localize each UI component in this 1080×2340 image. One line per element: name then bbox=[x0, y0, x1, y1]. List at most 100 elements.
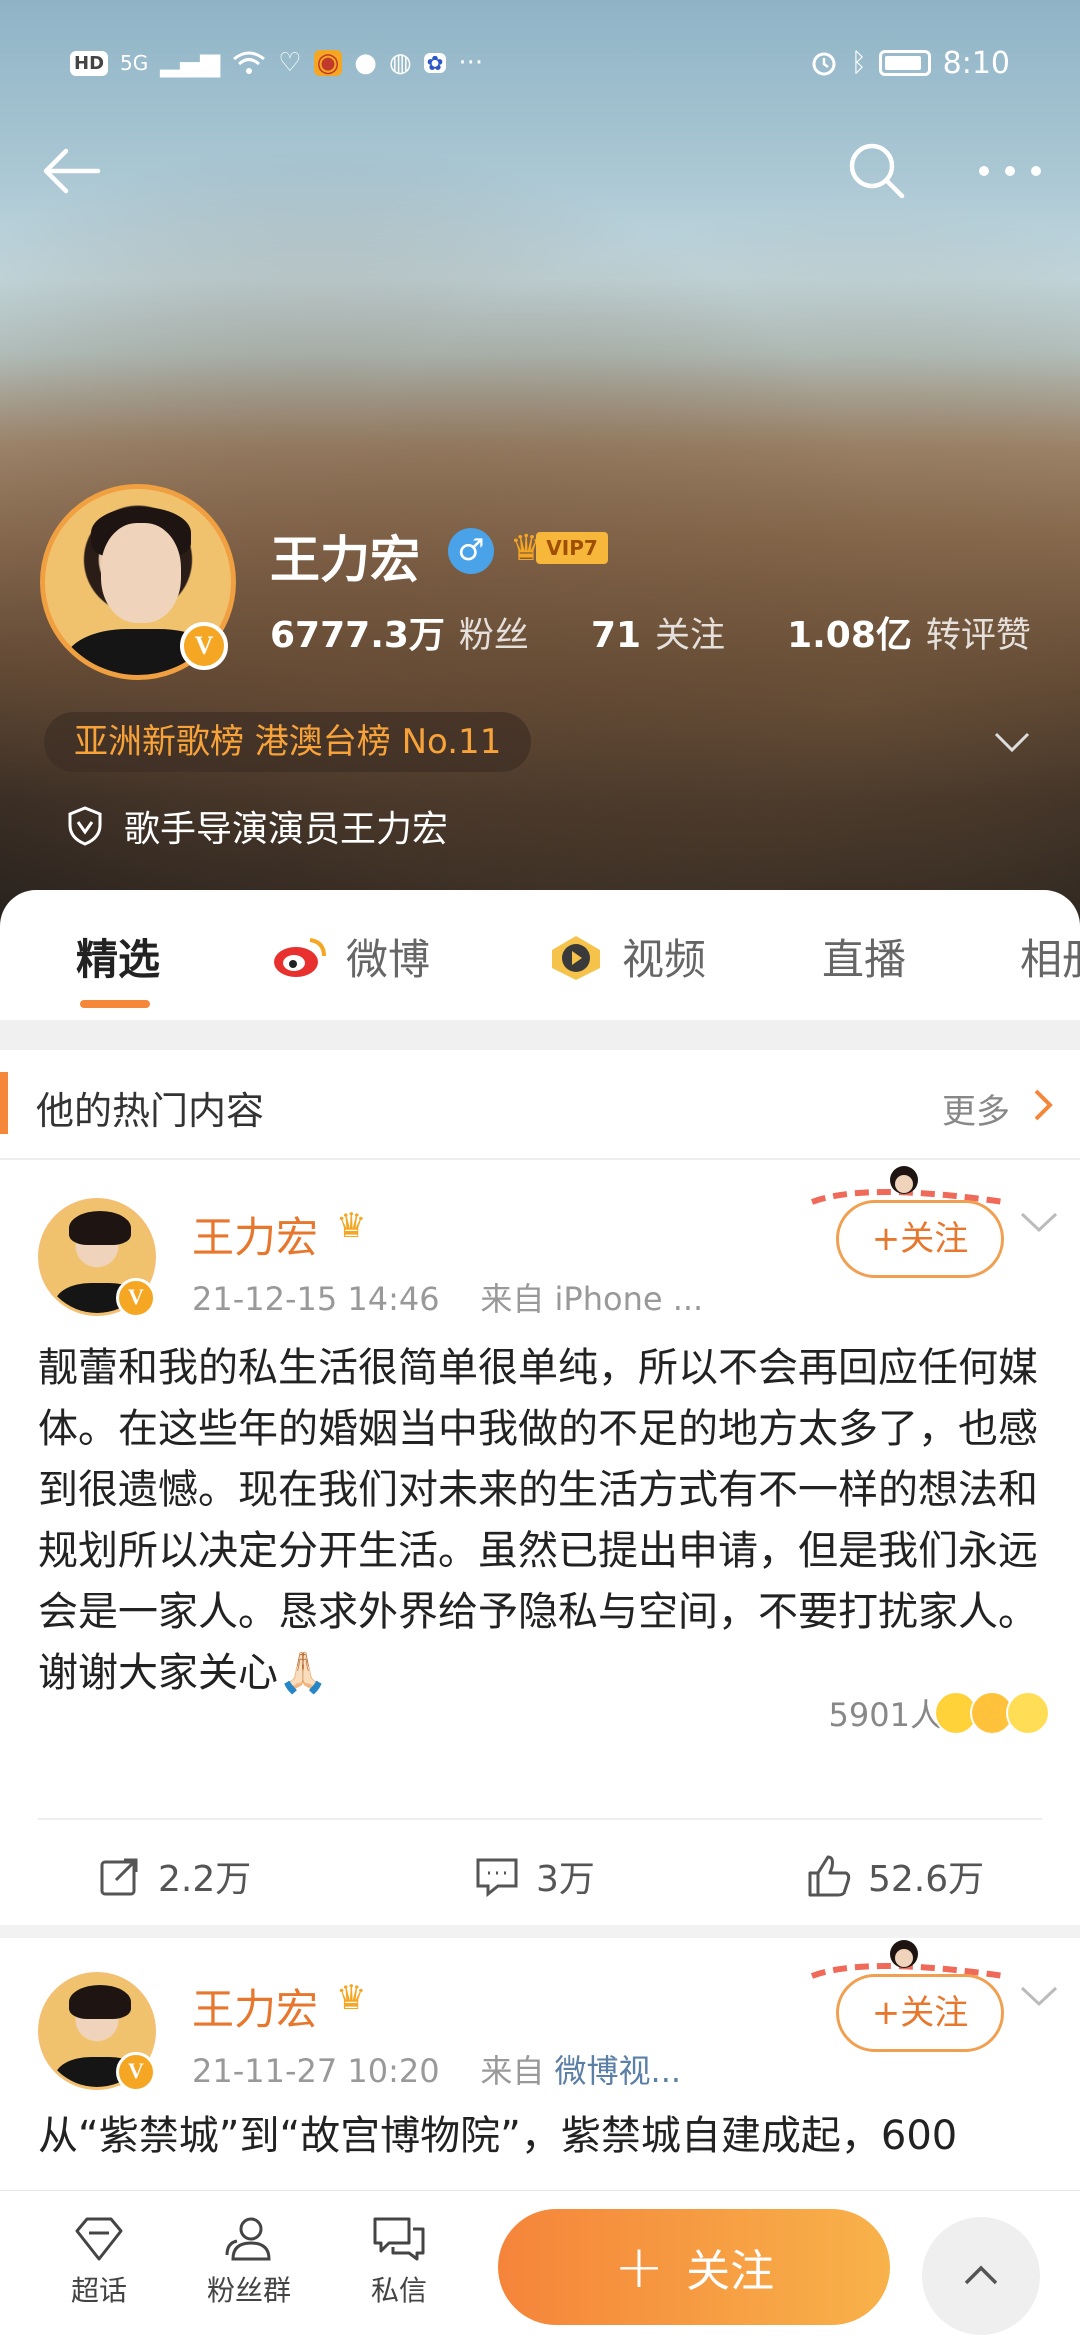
back-arrow-icon[interactable] bbox=[38, 138, 104, 204]
follow-main-label: 关注 bbox=[686, 2246, 775, 2297]
engagement-stat[interactable]: 1.08亿 转评赞 bbox=[787, 606, 1031, 658]
follow-button[interactable]: +关注 bbox=[836, 1974, 1004, 2052]
post-author-name[interactable]: 王力宏 bbox=[192, 1976, 318, 2037]
tab-label: 相册 bbox=[1020, 935, 1080, 984]
chevron-right-icon[interactable] bbox=[1026, 1086, 1060, 1124]
signal-bars-icon: ▂▄▆ bbox=[160, 48, 221, 78]
status-left: HD 5G ▂▄▆ ♡ ◉ ● ◍ ✿ ··· bbox=[70, 49, 483, 77]
comment-count: 3万 bbox=[536, 1859, 595, 1900]
baidu-icon: ✿ bbox=[423, 53, 447, 73]
tab-video[interactable]: 视频 bbox=[546, 926, 706, 987]
post-source-link[interactable]: 微博视... bbox=[555, 2052, 682, 2090]
followers-stat[interactable]: 6777.3万 粉丝 bbox=[270, 606, 529, 658]
super-topic-button[interactable]: 超话 bbox=[44, 2215, 154, 2309]
hd-badge: HD bbox=[70, 50, 109, 76]
more-options-icon[interactable] bbox=[970, 138, 1050, 204]
smile-emoji-icon bbox=[1006, 1691, 1050, 1735]
repost-button[interactable]: 2.2万 bbox=[98, 1850, 251, 1902]
wifi-icon bbox=[233, 51, 266, 74]
tab-live[interactable]: 直播 bbox=[822, 926, 906, 987]
comment-button[interactable]: 3万 bbox=[474, 1850, 595, 1902]
chevron-down-icon[interactable] bbox=[1018, 1208, 1060, 1238]
tab-label: 微博 bbox=[346, 935, 431, 984]
health-icon: ♡ bbox=[278, 48, 302, 78]
profile-name: 王力宏 bbox=[270, 531, 420, 589]
tab-label: 视频 bbox=[622, 935, 707, 984]
divider bbox=[38, 1818, 1042, 1820]
thumbs-up-icon bbox=[808, 1855, 851, 1897]
alarm-icon bbox=[812, 52, 836, 76]
tab-featured[interactable]: 精选 bbox=[76, 926, 160, 987]
bottom-item-label: 粉丝群 bbox=[206, 2274, 291, 2307]
active-tab-indicator bbox=[80, 1000, 150, 1008]
bottom-item-label: 私信 bbox=[370, 2274, 427, 2307]
engagement-label: 转评赞 bbox=[925, 616, 1031, 656]
tab-label: 精选 bbox=[76, 935, 161, 984]
bottom-action-bar: 超话 粉丝群 私信 + 关注 bbox=[0, 2190, 1080, 2340]
profile-tabs: 精选 微博 视频 直播 相册 bbox=[0, 890, 1080, 1020]
shield-verified-icon bbox=[68, 806, 102, 846]
follow-main-button[interactable]: + 关注 bbox=[498, 2209, 890, 2325]
following-label: 关注 bbox=[655, 616, 726, 656]
post-source-prefix: 来自 bbox=[480, 1280, 545, 1318]
plus-icon: + bbox=[613, 2232, 665, 2302]
chevron-down-icon[interactable] bbox=[1018, 1982, 1060, 2012]
post-card[interactable]: V 王力宏 ♛ 21-12-15 14:46 来自 iPhone ... +关注… bbox=[0, 1160, 1080, 1925]
post-meta: 21-12-15 14:46 来自 iPhone ... bbox=[192, 1274, 703, 1320]
profile-stats: 6777.3万 粉丝 71 关注 1.08亿 转评赞 bbox=[270, 606, 1031, 658]
tab-weibo[interactable]: 微博 bbox=[270, 926, 430, 987]
diamond-icon bbox=[75, 2217, 123, 2261]
more-link[interactable]: 更多 bbox=[942, 1084, 1010, 1133]
battery-icon bbox=[878, 50, 931, 76]
signal-5g-icon: 5G bbox=[120, 51, 149, 75]
like-button[interactable]: 52.6万 bbox=[806, 1850, 984, 1902]
top-nav bbox=[0, 130, 1080, 210]
profile-cover: HD 5G ▂▄▆ ♡ ◉ ● ◍ ✿ ··· ᛒ 8:10 V 王力宏 ♂ ♛ bbox=[0, 0, 1080, 930]
chat-bubbles-icon bbox=[373, 2217, 425, 2261]
post-date: 21-11-27 10:20 bbox=[192, 2052, 440, 2090]
scroll-to-top-button[interactable] bbox=[922, 2217, 1040, 2335]
post-author-name[interactable]: 王力宏 bbox=[192, 1204, 318, 1265]
comment-icon bbox=[476, 1858, 518, 1898]
post-source: iPhone ... bbox=[554, 1280, 704, 1318]
browser-icon: ◍ bbox=[388, 48, 412, 78]
following-count: 71 bbox=[590, 615, 642, 656]
crown-icon: ♛ bbox=[336, 1978, 367, 2018]
status-bar: HD 5G ▂▄▆ ♡ ◉ ● ◍ ✿ ··· ᛒ 8:10 bbox=[70, 38, 1010, 88]
repost-icon bbox=[100, 1858, 138, 1896]
hot-content-header: 他的热门内容 更多 bbox=[0, 1050, 1080, 1160]
post-meta: 21-11-27 10:20 来自 微博视... bbox=[192, 2046, 681, 2092]
message-button[interactable]: 私信 bbox=[344, 2215, 454, 2309]
chat-icon: ● bbox=[354, 48, 377, 78]
reactions-summary[interactable]: 5901人 bbox=[829, 1690, 1050, 1736]
bottom-item-label: 超话 bbox=[70, 2274, 127, 2307]
followers-count: 6777.3万 bbox=[270, 615, 445, 656]
people-icon bbox=[225, 2217, 271, 2261]
verified-badge-icon: V bbox=[180, 622, 228, 670]
section-accent-bar bbox=[0, 1072, 8, 1134]
status-right: ᛒ 8:10 bbox=[809, 46, 1010, 81]
video-logo-icon bbox=[552, 935, 600, 980]
bluetooth-icon: ᛒ bbox=[851, 48, 867, 78]
weibo-app-icon: ◉ bbox=[313, 50, 343, 76]
post-body-text[interactable]: 靓蕾和我的私生活很简单很单纯，所以不会再回应任何媒体。在这些年的婚姻当中我做的不… bbox=[38, 1338, 1042, 1704]
follow-button[interactable]: +关注 bbox=[836, 1200, 1004, 1278]
male-gender-icon: ♂ bbox=[448, 528, 494, 574]
verified-badge-icon: V bbox=[116, 2052, 156, 2092]
tab-album[interactable]: 相册 bbox=[1020, 926, 1080, 987]
post-body-text[interactable]: 从“紫禁城”到“故宫博物院”，紫禁城自建成起，600 bbox=[38, 2106, 1042, 2167]
search-icon[interactable] bbox=[844, 138, 910, 204]
following-stat[interactable]: 71 关注 bbox=[591, 607, 725, 658]
chevron-up-icon bbox=[964, 2265, 998, 2285]
fan-group-button[interactable]: 粉丝群 bbox=[194, 2215, 304, 2309]
post-source-prefix: 来自 bbox=[480, 2052, 545, 2090]
chart-rank-badge[interactable]: 亚洲新歌榜 港澳台榜 No.11 bbox=[44, 712, 532, 772]
weibo-logo-icon bbox=[274, 937, 326, 977]
more-notifications-icon: ··· bbox=[458, 48, 484, 78]
post-actions: 2.2万 3万 52.6万 bbox=[0, 1850, 1080, 1940]
verified-badge-icon: V bbox=[116, 1278, 156, 1318]
vip-badge[interactable]: ♛ VIP7 bbox=[510, 528, 608, 569]
chevron-down-icon[interactable] bbox=[992, 722, 1032, 762]
certification-text: 歌手导演演员王力宏 bbox=[124, 809, 449, 850]
section-divider bbox=[0, 1020, 1080, 1050]
